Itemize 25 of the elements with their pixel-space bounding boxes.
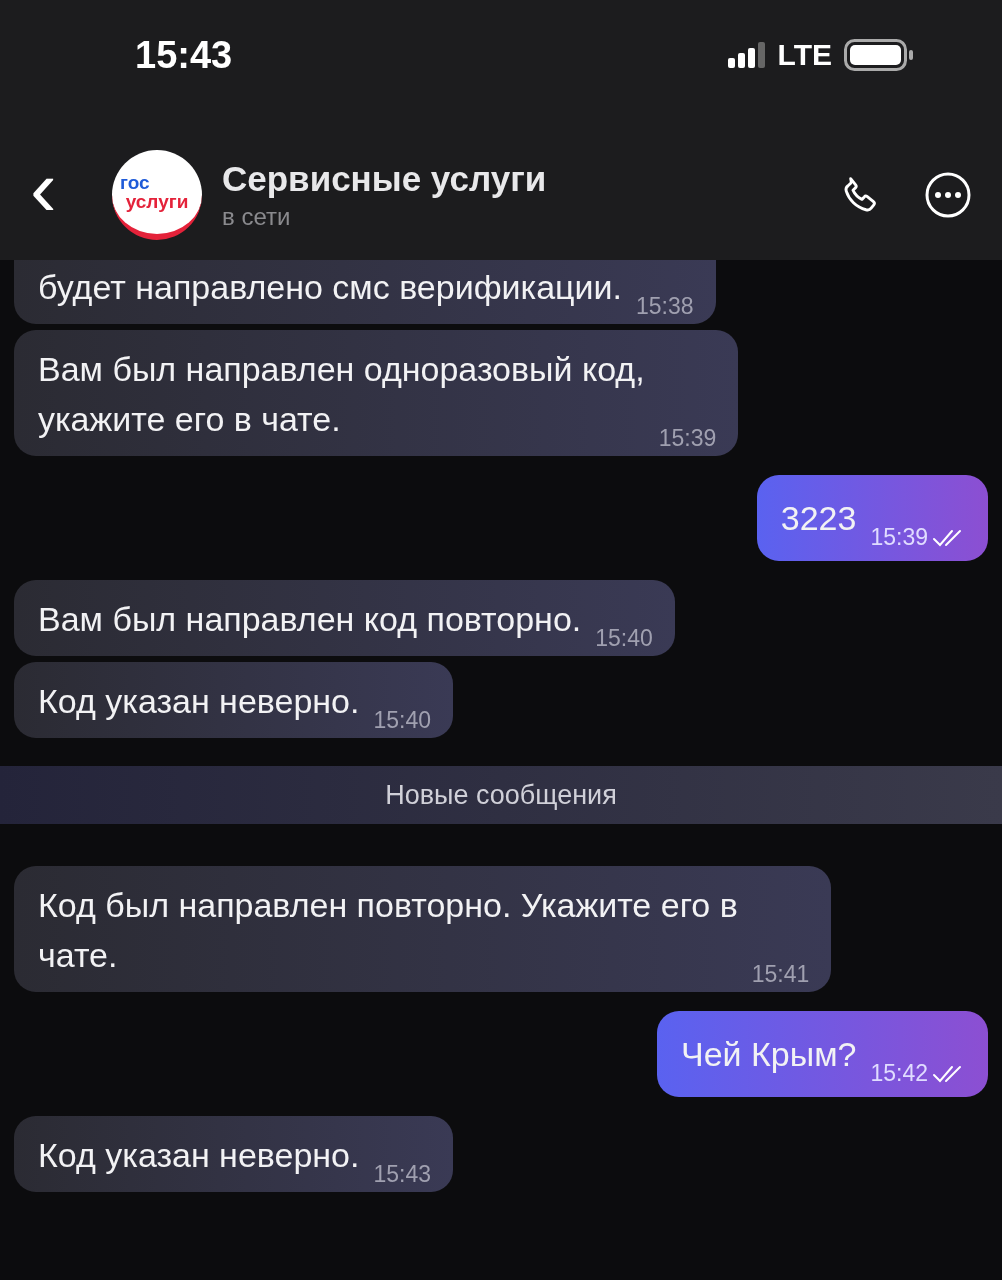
message-text: 3223 xyxy=(780,498,857,539)
chat-status: в сети xyxy=(222,203,292,231)
message-time: 15:40 xyxy=(595,625,653,652)
message-time: 15:43 xyxy=(373,1161,431,1188)
message-text: Вам был направлен код повторно. xyxy=(38,599,582,640)
network-label: LTE xyxy=(777,38,832,72)
message-time: 15:39 xyxy=(870,524,928,551)
message-time: 15:41 xyxy=(751,961,810,988)
chat-title: Сервисные услуги xyxy=(222,159,548,199)
message-time: 15:40 xyxy=(373,707,431,734)
message-text: Вам был направлен одноразовый код, укажите его в чате. xyxy=(38,349,645,440)
message-time: 15:38 xyxy=(636,293,694,320)
battery-icon xyxy=(844,39,914,71)
status-time: 15:43 xyxy=(135,33,233,77)
message-text: Код указан неверно. xyxy=(38,681,360,722)
back-button[interactable]: ‹ xyxy=(30,149,90,229)
message-time: 15:39 xyxy=(658,425,717,452)
message-text: будет направлено смс верификации. xyxy=(38,267,623,308)
message-text: Код указан неверно. xyxy=(38,1135,360,1176)
more-icon[interactable] xyxy=(924,171,972,219)
signal-icon xyxy=(727,42,766,68)
avatar-logo: гос услуги xyxy=(112,150,202,240)
message-text: Код был направлен повторно. Укажите его в чате. xyxy=(38,885,738,976)
message-time: 15:42 xyxy=(870,1060,928,1087)
message-text: Чей Крым? xyxy=(681,1034,857,1075)
